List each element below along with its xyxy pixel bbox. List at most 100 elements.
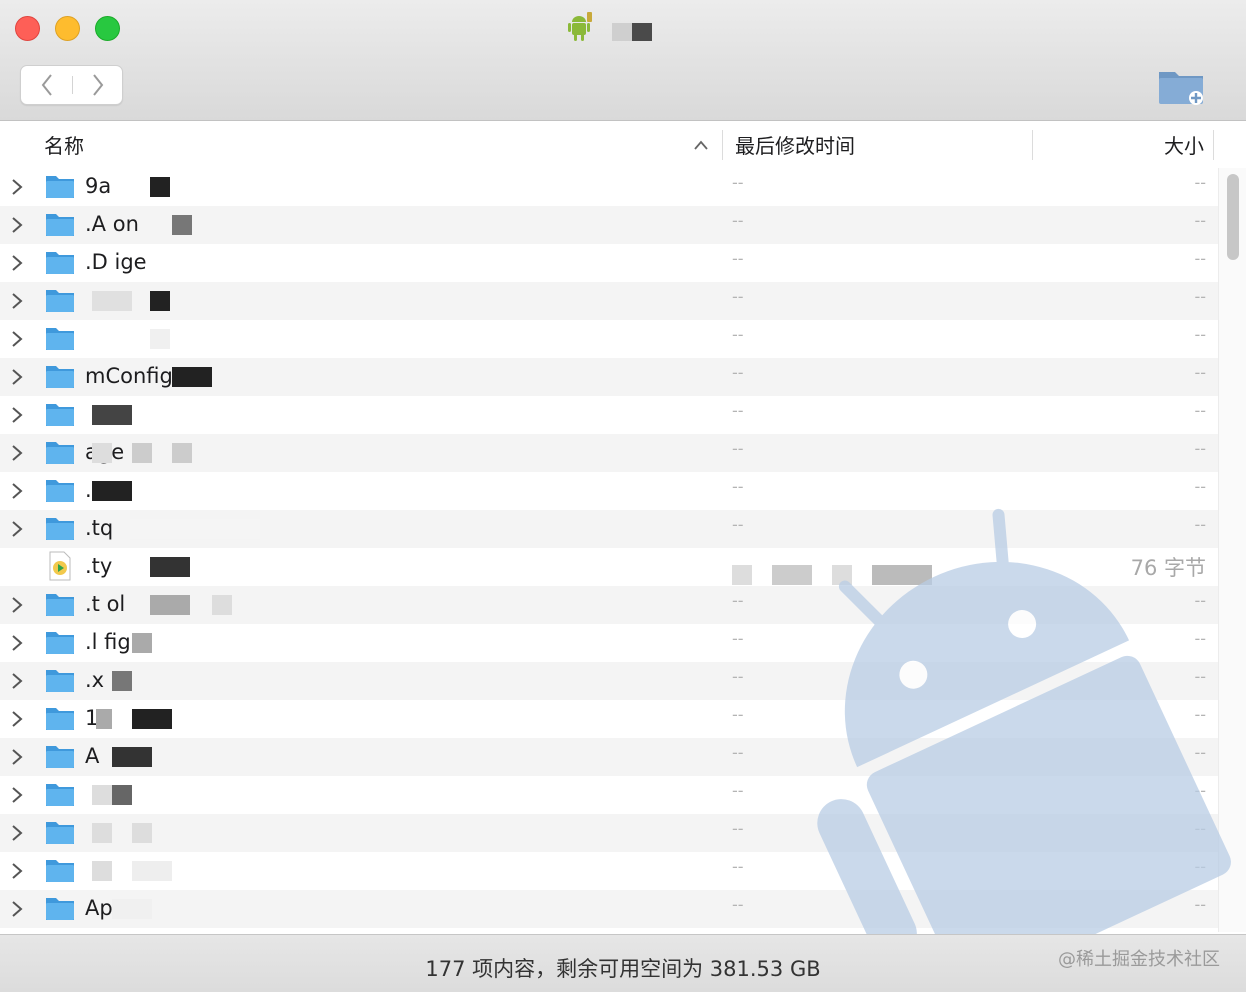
chevron-right-icon[interactable] <box>8 633 26 653</box>
redaction-block <box>150 291 170 311</box>
file-row[interactable]: .ty 76 字节 <box>0 548 1218 586</box>
file-row[interactable]: mConfig -- -- <box>0 358 1218 396</box>
file-date-modified: -- <box>732 439 744 458</box>
file-name: .D ige <box>85 250 147 274</box>
file-size: 76 字节 <box>1130 556 1206 580</box>
file-name: .t <box>85 478 685 506</box>
redaction-block <box>832 565 852 585</box>
file-size: -- <box>1194 857 1206 876</box>
file-date-modified: -- <box>732 477 744 496</box>
file-name: .x <box>85 668 105 692</box>
file-date-modified: -- <box>732 325 744 344</box>
chevron-right-icon[interactable] <box>8 595 26 615</box>
redaction-block <box>132 709 172 729</box>
file-row[interactable]: .l fig -- -- <box>0 624 1218 662</box>
redaction-block <box>130 519 260 539</box>
file-date-modified: -- <box>732 819 744 838</box>
folder-icon <box>46 214 74 236</box>
folder-plus-icon[interactable] <box>1156 64 1208 108</box>
file-list: 9a -- -- .A on -- -- .D ige -- -- -- -- -- -- mConfig… <box>0 168 1218 932</box>
column-header-name[interactable]: 名称 <box>44 122 644 167</box>
chevron-right-icon[interactable] <box>8 785 26 805</box>
forward-button[interactable] <box>72 66 123 104</box>
file-row[interactable]: -- -- <box>0 320 1218 358</box>
file-size: -- <box>1194 287 1206 306</box>
file-size: -- <box>1194 629 1206 648</box>
chevron-right-icon[interactable] <box>8 215 26 235</box>
chevron-right-icon[interactable] <box>8 899 26 919</box>
file-row[interactable]: 1 -- -- <box>0 700 1218 738</box>
chevron-right-icon[interactable] <box>8 291 26 311</box>
chevron-right-icon[interactable] <box>8 443 26 463</box>
column-divider[interactable] <box>1213 130 1214 160</box>
folder-icon <box>46 670 74 692</box>
sort-indicator[interactable] <box>690 122 712 167</box>
chevron-right-icon[interactable] <box>8 519 26 539</box>
column-divider[interactable] <box>722 130 723 160</box>
chevron-right-icon[interactable] <box>8 253 26 273</box>
minimize-window-button[interactable] <box>55 16 80 41</box>
file-row[interactable]: age---- <box>0 434 1218 472</box>
folder-icon <box>46 290 74 312</box>
file-row[interactable]: .tq -- -- <box>0 510 1218 548</box>
redaction-block <box>772 565 812 585</box>
navigation-buttons <box>20 65 123 105</box>
file-size: -- <box>1194 439 1206 458</box>
file-row[interactable]: Ap r -- -- <box>0 890 1218 928</box>
file-row[interactable]: -- -- <box>0 282 1218 320</box>
chevron-right-icon[interactable] <box>8 671 26 691</box>
file-name: Ap r <box>85 896 129 920</box>
folder-icon <box>46 442 74 464</box>
chevron-right-icon[interactable] <box>8 823 26 843</box>
chevron-right-icon[interactable] <box>8 405 26 425</box>
credit-watermark: @稀土掘金技术社区 <box>1058 949 1220 970</box>
folder-icon <box>46 784 74 806</box>
file-date-modified: -- <box>732 895 744 914</box>
file-date-modified: -- <box>732 781 744 800</box>
vertical-scrollbar[interactable] <box>1218 168 1246 932</box>
file-row[interactable]: 9a -- -- <box>0 168 1218 206</box>
column-divider[interactable] <box>1032 130 1033 160</box>
file-row[interactable]: -- -- <box>0 396 1218 434</box>
file-row[interactable]: .A on -- -- <box>0 206 1218 244</box>
zoom-window-button[interactable] <box>95 16 120 41</box>
file-row[interactable]: .x -- -- <box>0 662 1218 700</box>
redaction-block <box>872 565 932 585</box>
file-row[interactable]: A -- -- <box>0 738 1218 776</box>
android-robot-icon <box>568 12 592 41</box>
chevron-up-icon <box>694 140 708 150</box>
chevron-right-icon[interactable] <box>8 481 26 501</box>
chevron-right-icon[interactable] <box>8 177 26 197</box>
file-date-modified: -- <box>732 629 744 648</box>
chevron-right-icon[interactable] <box>8 747 26 767</box>
file-name <box>85 326 685 354</box>
scrollbar-thumb[interactable] <box>1227 174 1239 260</box>
file-date-modified: -- <box>732 667 744 686</box>
back-button[interactable] <box>21 66 72 104</box>
column-header-date-modified[interactable]: 最后修改时间 <box>735 122 1015 167</box>
redaction-block <box>96 709 112 729</box>
folder-icon <box>46 176 74 198</box>
close-window-button[interactable] <box>15 16 40 41</box>
folder-icon <box>46 708 74 730</box>
chevron-right-icon[interactable] <box>8 709 26 729</box>
chevron-right-icon[interactable] <box>8 861 26 881</box>
file-size: -- <box>1194 477 1206 496</box>
file-row[interactable]: -- -- <box>0 776 1218 814</box>
file-size: -- <box>1194 249 1206 268</box>
file-name <box>85 402 685 430</box>
file-row[interactable]: -- -- <box>0 814 1218 852</box>
folder-icon <box>46 518 74 540</box>
file-row[interactable]: .t ol -- -- <box>0 586 1218 624</box>
chevron-right-icon[interactable] <box>8 367 26 387</box>
file-size: -- <box>1194 363 1206 382</box>
chevron-right-icon[interactable] <box>8 329 26 349</box>
file-name: A <box>85 744 100 768</box>
file-size: -- <box>1194 173 1206 192</box>
file-date-modified: -- <box>732 857 744 876</box>
file-row[interactable]: .D ige -- -- <box>0 244 1218 282</box>
column-header-size[interactable]: 大小 <box>1040 122 1204 167</box>
file-row[interactable]: -- -- <box>0 852 1218 890</box>
file-name: 9a <box>85 174 112 198</box>
file-row[interactable]: .t -- -- <box>0 472 1218 510</box>
